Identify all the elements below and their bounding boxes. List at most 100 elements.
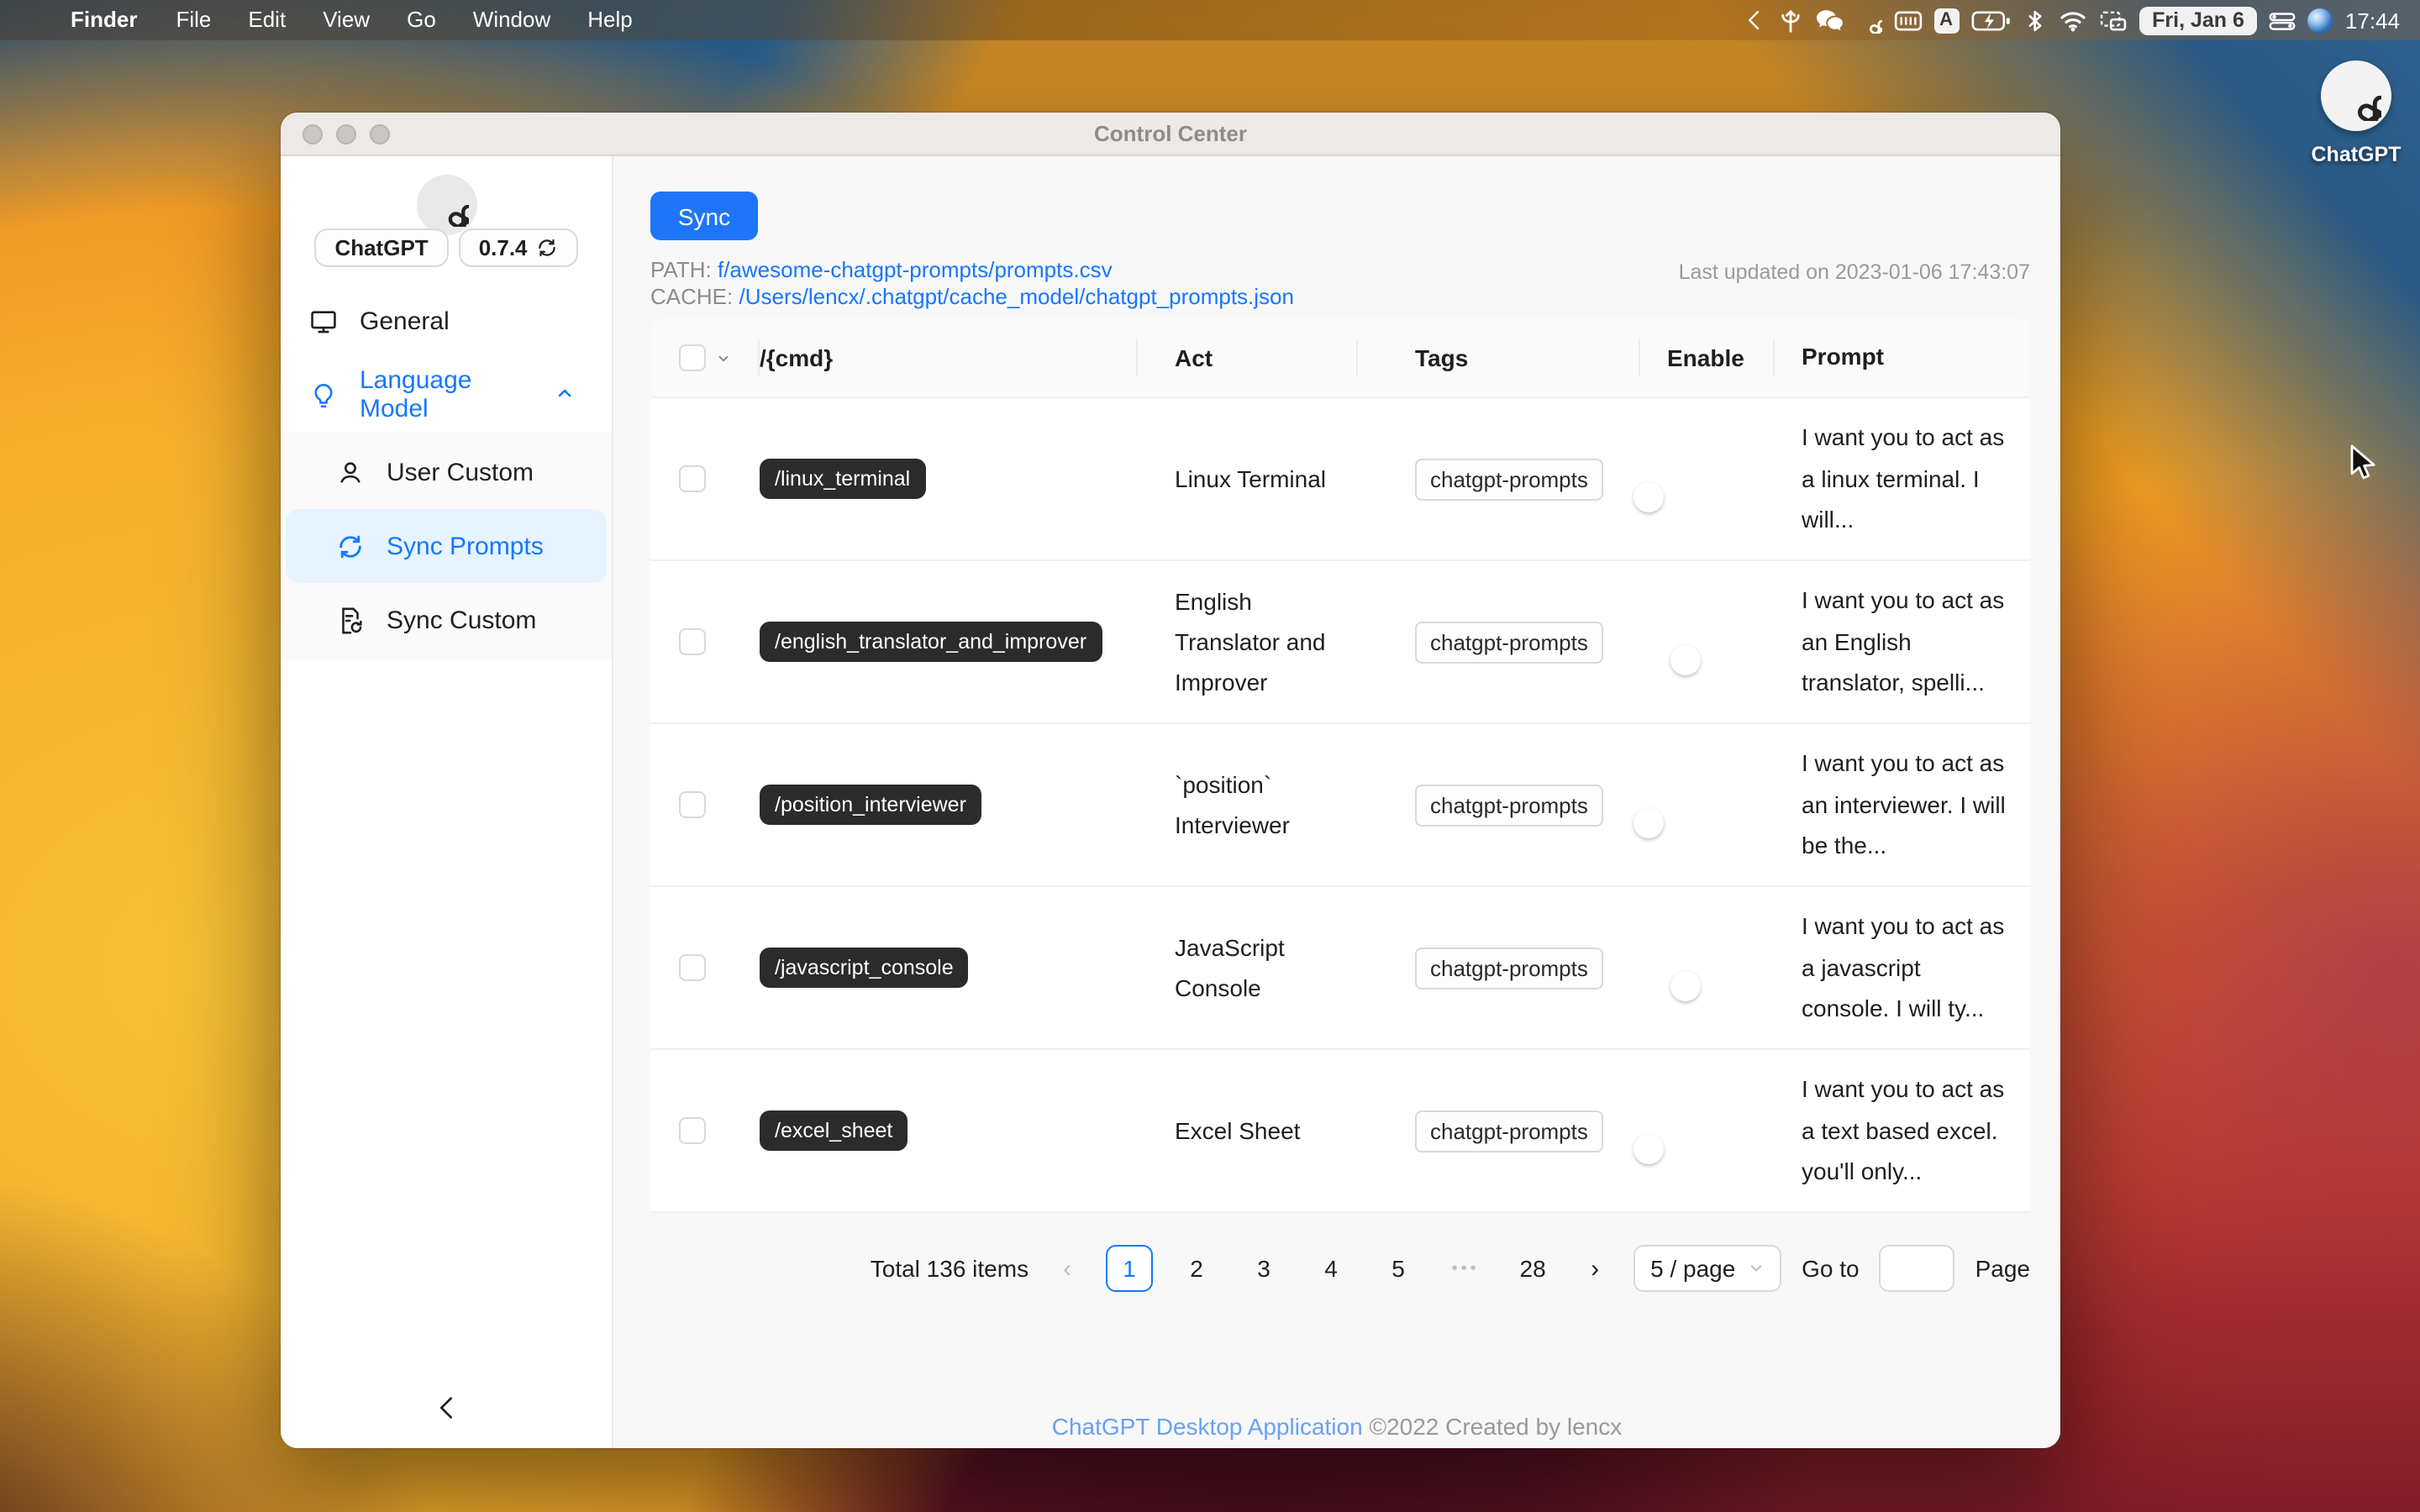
prompt-cell: I want you to act as a text based excel.…	[1802, 1075, 2005, 1185]
goto-label: Go to	[1802, 1255, 1860, 1282]
row-checkbox[interactable]	[679, 465, 706, 492]
chevron-up-icon[interactable]	[555, 381, 575, 409]
row-checkbox[interactable]	[679, 628, 706, 655]
goto-page-input[interactable]	[1879, 1245, 1955, 1292]
menu-help[interactable]: Help	[569, 0, 651, 40]
menu-window[interactable]: Window	[455, 0, 570, 40]
menu-view[interactable]: View	[304, 0, 388, 40]
column-header-enable: Enable	[1640, 318, 1775, 396]
path-info: PATH: f/awesome-chatgpt-prompts/prompts.…	[650, 257, 1294, 311]
menu-edit[interactable]: Edit	[229, 0, 304, 40]
more-pages-ellipsis[interactable]: •••	[1442, 1259, 1489, 1278]
sidebar: ChatGPT 0.7.4 General Language Model Use…	[281, 156, 613, 1448]
pagination: Total 136 items ‹ 1 2 3 4 5 ••• 28 › 5 /…	[650, 1245, 2030, 1292]
path-line: PATH: f/awesome-chatgpt-prompts/prompts.…	[650, 257, 1113, 282]
prompt-cell: I want you to act as a javascript consol…	[1802, 912, 2005, 1022]
tag-badge: chatgpt-prompts	[1415, 621, 1603, 663]
table-row: /excel_sheet Excel Sheet chatgpt-prompts…	[650, 1050, 2030, 1213]
bluetooth-icon[interactable]	[2023, 8, 2046, 33]
page-2-button[interactable]: 2	[1173, 1245, 1220, 1292]
select-all-checkbox[interactable]	[679, 344, 706, 370]
cmd-tag: /excel_sheet	[760, 1110, 908, 1152]
keyboard-icon[interactable]	[1893, 9, 1922, 31]
control-center-icon[interactable]	[2270, 9, 2296, 31]
menu-file[interactable]: File	[157, 0, 229, 40]
pagination-total: Total 136 items	[870, 1255, 1029, 1282]
next-page-button[interactable]: ›	[1576, 1254, 1613, 1283]
cache-line: CACHE: /Users/lencx/.chatgpt/cache_model…	[650, 284, 1294, 309]
tag-badge: chatgpt-prompts	[1415, 784, 1603, 826]
globe-icon[interactable]	[2307, 8, 2333, 33]
page-size-select[interactable]: 5 / page	[1634, 1245, 1782, 1292]
row-checkbox[interactable]	[679, 954, 706, 981]
menu-bar-time[interactable]: 17:44	[2345, 8, 2400, 33]
input-source-icon[interactable]: A	[1933, 8, 1960, 33]
monitor-icon	[309, 307, 338, 335]
column-header-cmd: /{cmd}	[760, 318, 1138, 396]
prev-page-button[interactable]: ‹	[1049, 1254, 1086, 1283]
cmd-tag: /linux_terminal	[760, 458, 926, 500]
prompt-cell: I want you to act as a linux terminal. I…	[1802, 423, 2005, 533]
tag-badge: chatgpt-prompts	[1415, 947, 1603, 989]
column-header-tags: Tags	[1358, 318, 1640, 396]
row-checkbox[interactable]	[679, 791, 706, 818]
page-28-button[interactable]: 28	[1509, 1245, 1556, 1292]
act-cell: Excel Sheet	[1175, 1117, 1301, 1144]
last-updated-text: Last updated on 2023-01-06 17:43:07	[1678, 260, 2030, 284]
footer-link[interactable]: ChatGPT Desktop Application	[1052, 1413, 1363, 1440]
prompt-cell: I want you to act as an interviewer. I w…	[1802, 749, 2006, 859]
wifi-icon[interactable]	[2058, 9, 2086, 31]
sprout-icon[interactable]	[1777, 8, 1802, 33]
sync-icon	[336, 532, 365, 560]
sync-prompts-panel: Sync PATH: f/awesome-chatgpt-prompts/pro…	[613, 156, 2060, 1448]
sync-button[interactable]: Sync	[650, 192, 758, 240]
sidebar-nav: General Language Model User Custom Sync …	[281, 284, 612, 660]
selection-dropdown-icon[interactable]	[716, 344, 731, 370]
sidebar-item-user-custom[interactable]: User Custom	[281, 435, 612, 509]
cmd-tag: /english_translator_and_improver	[760, 621, 1102, 663]
page-3-button[interactable]: 3	[1240, 1245, 1287, 1292]
version-badge[interactable]: 0.7.4	[458, 228, 578, 267]
window-titlebar[interactable]: Control Center	[281, 113, 2060, 156]
sidebar-item-general[interactable]: General	[281, 284, 612, 358]
mouse-cursor	[2350, 444, 2375, 480]
act-cell: Linux Terminal	[1175, 465, 1327, 492]
prompts-table: /{cmd} Act Tags Enable Prompt /linux_ter…	[650, 318, 2030, 1213]
page-label: Page	[1975, 1255, 2030, 1282]
table-row: /javascript_console JavaScript Console c…	[650, 887, 2030, 1050]
cache-link[interactable]: /Users/lencx/.chatgpt/cache_model/chatgp…	[739, 284, 1294, 309]
openai-icon[interactable]	[1854, 7, 1881, 34]
menu-bar-left: Finder File Edit View Go Window Help	[0, 0, 651, 40]
bulb-icon	[309, 381, 338, 409]
wechat-icon[interactable]	[1814, 8, 1843, 33]
cmd-tag: /position_interviewer	[760, 784, 981, 826]
page-4-button[interactable]: 4	[1307, 1245, 1355, 1292]
menu-active-app[interactable]: Finder	[50, 0, 157, 40]
menu-go[interactable]: Go	[388, 0, 455, 40]
desktop-icon-label: ChatGPT	[2311, 143, 2402, 166]
table-row: /linux_terminal Linux Terminal chatgpt-p…	[650, 398, 2030, 561]
act-cell: `position` Interviewer	[1175, 771, 1290, 838]
control-center-window: Control Center ChatGPT 0.7.4 General Lan…	[281, 113, 2060, 1448]
sidebar-item-sync-prompts[interactable]: Sync Prompts	[286, 509, 607, 583]
chatgpt-logo-icon	[2321, 60, 2391, 131]
chevron-left-icon[interactable]	[1742, 8, 1765, 32]
language-model-submenu: User Custom Sync Prompts Sync Custom	[281, 432, 612, 660]
refresh-icon	[536, 237, 558, 259]
menu-bar-date[interactable]: Fri, Jan 6	[2139, 6, 2258, 34]
path-link[interactable]: f/awesome-chatgpt-prompts/prompts.csv	[718, 257, 1113, 282]
column-header-act: Act	[1138, 318, 1358, 396]
battery-charging-icon[interactable]	[1970, 9, 2011, 31]
screen-mirroring-icon[interactable]	[2098, 9, 2127, 31]
collapse-sidebar-button[interactable]	[281, 1394, 612, 1421]
page-1-button[interactable]: 1	[1106, 1245, 1154, 1292]
desktop-icon-chatgpt[interactable]: ChatGPT	[2309, 60, 2403, 166]
footer-copyright: ©2022 Created by lencx	[1369, 1413, 1623, 1440]
sidebar-item-sync-custom[interactable]: Sync Custom	[281, 583, 612, 657]
row-checkbox[interactable]	[679, 1117, 706, 1144]
act-cell: English Translator and Improver	[1175, 588, 1326, 696]
table-row: /position_interviewer `position` Intervi…	[650, 724, 2030, 887]
sidebar-item-language-model[interactable]: Language Model	[281, 358, 612, 432]
page-5-button[interactable]: 5	[1375, 1245, 1422, 1292]
sidebar-badges: ChatGPT 0.7.4	[281, 228, 612, 267]
